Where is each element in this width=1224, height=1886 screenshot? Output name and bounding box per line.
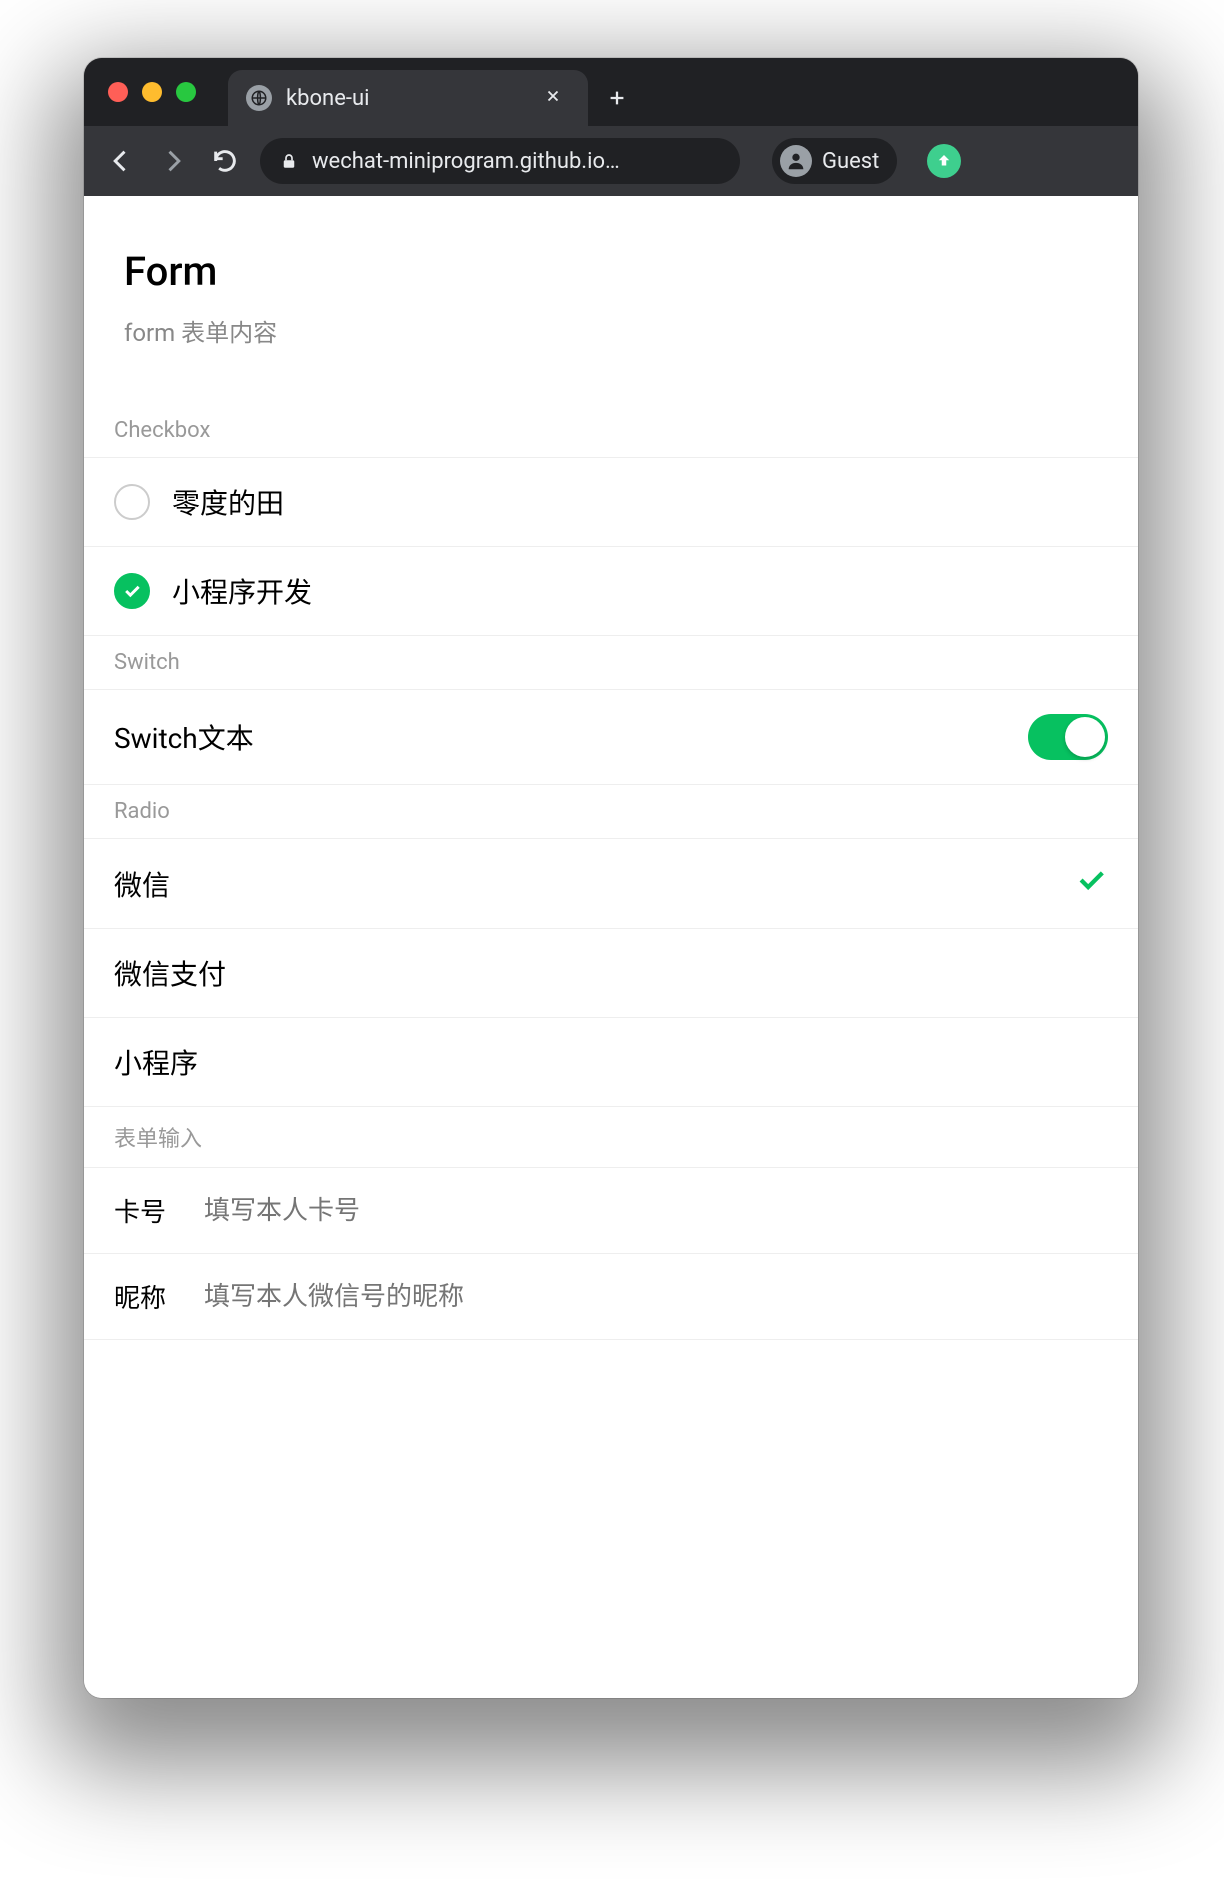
address-bar[interactable]: wechat-miniprogram.github.io… [260,138,740,184]
forward-button[interactable] [156,144,190,178]
page-title: Form [124,248,1098,295]
radio-label: 微信支付 [114,953,1108,993]
input-row: 昵称 [84,1254,1138,1340]
profile-chip[interactable]: Guest [772,138,897,184]
section-label-checkbox: Checkbox [84,404,1138,457]
radio-group: 微信 微信支付 小程序 [84,838,1138,1107]
url-text: wechat-miniprogram.github.io… [312,149,620,174]
card-number-input[interactable] [204,1196,1108,1226]
section-label-radio: Radio [84,785,1138,838]
checkbox-item[interactable]: 小程序开发 [84,547,1138,636]
switch-toggle[interactable] [1028,714,1108,760]
checkbox-item[interactable]: 零度的田 [84,458,1138,547]
radio-item[interactable]: 微信支付 [84,929,1138,1018]
browser-chrome: kbone-ui wechat-mi [84,58,1138,196]
lock-icon [280,151,298,171]
checkbox-label: 小程序开发 [172,571,1108,611]
person-icon [780,145,812,177]
input-label: 卡号 [114,1192,184,1229]
reload-button[interactable] [208,144,242,178]
checkbox-group: 零度的田 小程序开发 [84,457,1138,636]
tab-bar: kbone-ui [84,58,1138,126]
radio-label: 小程序 [114,1042,1108,1082]
new-tab-button[interactable] [588,70,646,126]
switch-item[interactable]: Switch文本 [84,690,1138,785]
window-controls [108,58,218,126]
browser-window: kbone-ui wechat-mi [84,58,1138,1698]
checkbox-unchecked-icon [114,484,150,520]
page-content: Form form 表单内容 Checkbox 零度的田 小程序开发 Switc… [84,196,1138,1698]
input-label: 昵称 [114,1278,184,1315]
nickname-input[interactable] [204,1282,1108,1312]
checkbox-label: 零度的田 [172,482,1108,522]
minimize-window-button[interactable] [142,82,162,102]
page-subtitle: form 表单内容 [124,313,1098,348]
browser-tab[interactable]: kbone-ui [228,70,588,126]
input-group: 卡号 昵称 [84,1167,1138,1340]
switch-knob [1065,717,1105,757]
browser-toolbar: wechat-miniprogram.github.io… Guest [84,126,1138,196]
close-tab-button[interactable] [536,82,570,115]
tab-title: kbone-ui [286,86,522,111]
page-header: Form form 表单内容 [84,196,1138,404]
radio-label: 微信 [114,864,1074,904]
radio-item[interactable]: 小程序 [84,1018,1138,1107]
check-icon [1074,863,1108,904]
globe-icon [246,85,272,111]
maximize-window-button[interactable] [176,82,196,102]
profile-label: Guest [822,149,879,174]
radio-item[interactable]: 微信 [84,839,1138,929]
extension-button[interactable] [927,144,961,178]
switch-label: Switch文本 [114,717,1028,757]
section-label-inputs: 表单输入 [84,1107,1138,1167]
checkbox-checked-icon [114,573,150,609]
section-label-switch: Switch [84,636,1138,689]
switch-group: Switch文本 [84,689,1138,785]
back-button[interactable] [104,144,138,178]
input-row: 卡号 [84,1168,1138,1254]
close-window-button[interactable] [108,82,128,102]
